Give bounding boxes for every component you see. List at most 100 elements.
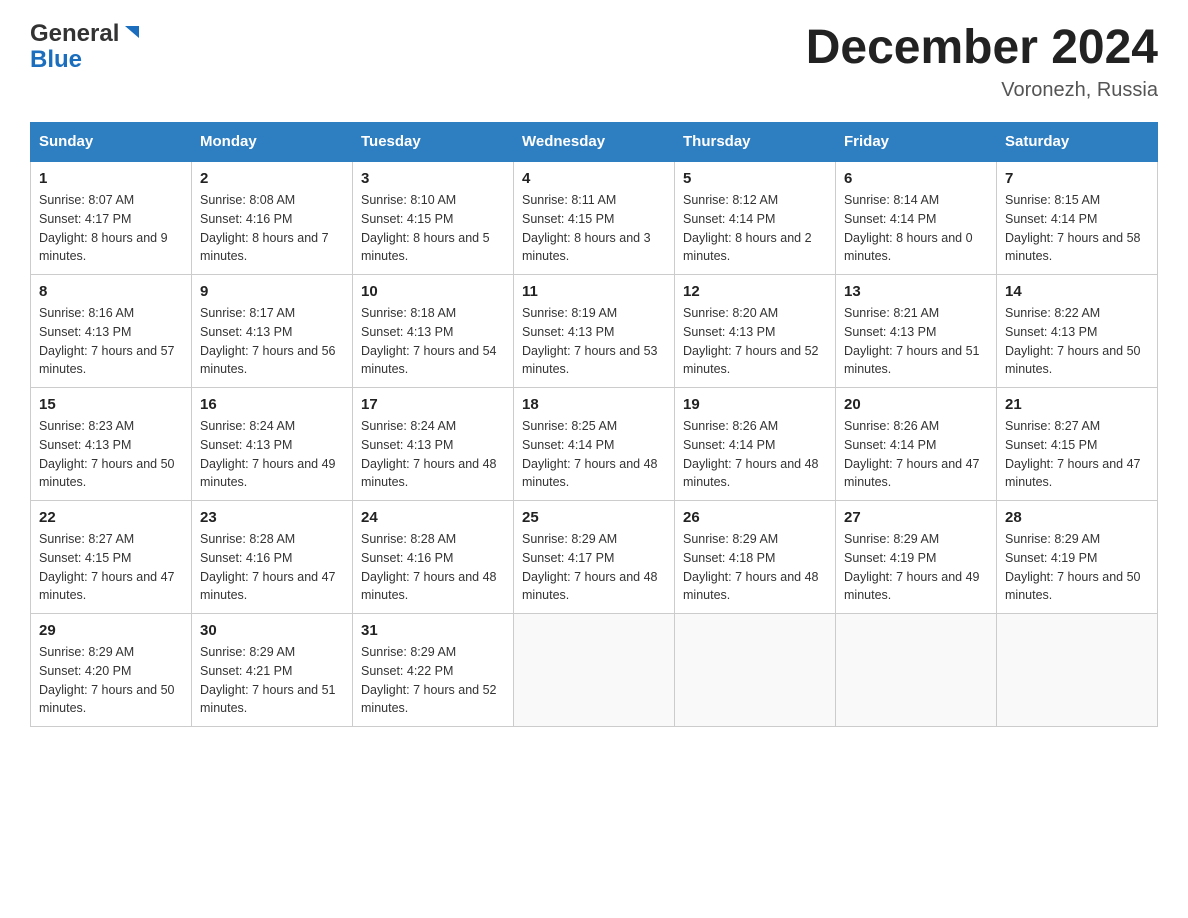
table-row: 20 Sunrise: 8:26 AMSunset: 4:14 PMDaylig… (836, 388, 997, 501)
logo-blue-text: Blue (30, 46, 82, 74)
table-row: 7 Sunrise: 8:15 AMSunset: 4:14 PMDayligh… (997, 161, 1158, 275)
table-row: 6 Sunrise: 8:14 AMSunset: 4:14 PMDayligh… (836, 161, 997, 275)
table-row: 21 Sunrise: 8:27 AMSunset: 4:15 PMDaylig… (997, 388, 1158, 501)
day-number: 7 (1005, 170, 1149, 187)
day-number: 28 (1005, 509, 1149, 526)
header-saturday: Saturday (997, 123, 1158, 162)
day-number: 30 (200, 622, 344, 639)
day-number: 5 (683, 170, 827, 187)
day-info: Sunrise: 8:27 AMSunset: 4:15 PMDaylight:… (39, 532, 175, 602)
table-row: 30 Sunrise: 8:29 AMSunset: 4:21 PMDaylig… (192, 614, 353, 727)
day-info: Sunrise: 8:29 AMSunset: 4:20 PMDaylight:… (39, 645, 175, 715)
table-row: 3 Sunrise: 8:10 AMSunset: 4:15 PMDayligh… (353, 161, 514, 275)
logo: General Blue (30, 20, 143, 74)
table-row: 19 Sunrise: 8:26 AMSunset: 4:14 PMDaylig… (675, 388, 836, 501)
day-info: Sunrise: 8:17 AMSunset: 4:13 PMDaylight:… (200, 306, 336, 376)
header-tuesday: Tuesday (353, 123, 514, 162)
header-friday: Friday (836, 123, 997, 162)
table-row: 14 Sunrise: 8:22 AMSunset: 4:13 PMDaylig… (997, 275, 1158, 388)
day-info: Sunrise: 8:26 AMSunset: 4:14 PMDaylight:… (683, 419, 819, 489)
day-number: 14 (1005, 283, 1149, 300)
table-row: 13 Sunrise: 8:21 AMSunset: 4:13 PMDaylig… (836, 275, 997, 388)
subtitle: Voronezh, Russia (806, 79, 1158, 102)
day-number: 22 (39, 509, 183, 526)
title-block: December 2024 Voronezh, Russia (806, 20, 1158, 102)
calendar-week-row: 8 Sunrise: 8:16 AMSunset: 4:13 PMDayligh… (31, 275, 1158, 388)
table-row: 31 Sunrise: 8:29 AMSunset: 4:22 PMDaylig… (353, 614, 514, 727)
day-info: Sunrise: 8:23 AMSunset: 4:13 PMDaylight:… (39, 419, 175, 489)
day-number: 26 (683, 509, 827, 526)
day-number: 27 (844, 509, 988, 526)
day-info: Sunrise: 8:29 AMSunset: 4:21 PMDaylight:… (200, 645, 336, 715)
day-number: 8 (39, 283, 183, 300)
table-row: 12 Sunrise: 8:20 AMSunset: 4:13 PMDaylig… (675, 275, 836, 388)
day-info: Sunrise: 8:08 AMSunset: 4:16 PMDaylight:… (200, 193, 329, 263)
day-info: Sunrise: 8:16 AMSunset: 4:13 PMDaylight:… (39, 306, 175, 376)
day-number: 17 (361, 396, 505, 413)
day-info: Sunrise: 8:07 AMSunset: 4:17 PMDaylight:… (39, 193, 168, 263)
day-number: 12 (683, 283, 827, 300)
table-row: 2 Sunrise: 8:08 AMSunset: 4:16 PMDayligh… (192, 161, 353, 275)
day-info: Sunrise: 8:15 AMSunset: 4:14 PMDaylight:… (1005, 193, 1141, 263)
day-number: 6 (844, 170, 988, 187)
table-row (675, 614, 836, 727)
day-number: 24 (361, 509, 505, 526)
day-number: 11 (522, 283, 666, 300)
table-row: 17 Sunrise: 8:24 AMSunset: 4:13 PMDaylig… (353, 388, 514, 501)
table-row: 23 Sunrise: 8:28 AMSunset: 4:16 PMDaylig… (192, 501, 353, 614)
day-info: Sunrise: 8:14 AMSunset: 4:14 PMDaylight:… (844, 193, 973, 263)
main-title: December 2024 (806, 20, 1158, 75)
page-header: General Blue December 2024 Voronezh, Rus… (30, 20, 1158, 102)
day-number: 18 (522, 396, 666, 413)
day-number: 9 (200, 283, 344, 300)
day-number: 13 (844, 283, 988, 300)
logo-arrow-icon (121, 22, 143, 44)
calendar-week-row: 1 Sunrise: 8:07 AMSunset: 4:17 PMDayligh… (31, 161, 1158, 275)
header-monday: Monday (192, 123, 353, 162)
day-info: Sunrise: 8:20 AMSunset: 4:13 PMDaylight:… (683, 306, 819, 376)
day-number: 23 (200, 509, 344, 526)
table-row (514, 614, 675, 727)
logo-general-text: General (30, 20, 119, 48)
calendar-week-row: 22 Sunrise: 8:27 AMSunset: 4:15 PMDaylig… (31, 501, 1158, 614)
day-info: Sunrise: 8:24 AMSunset: 4:13 PMDaylight:… (200, 419, 336, 489)
day-info: Sunrise: 8:27 AMSunset: 4:15 PMDaylight:… (1005, 419, 1141, 489)
day-info: Sunrise: 8:29 AMSunset: 4:19 PMDaylight:… (1005, 532, 1141, 602)
table-row (997, 614, 1158, 727)
day-number: 1 (39, 170, 183, 187)
day-info: Sunrise: 8:12 AMSunset: 4:14 PMDaylight:… (683, 193, 812, 263)
header-wednesday: Wednesday (514, 123, 675, 162)
day-number: 3 (361, 170, 505, 187)
day-number: 20 (844, 396, 988, 413)
table-row: 8 Sunrise: 8:16 AMSunset: 4:13 PMDayligh… (31, 275, 192, 388)
table-row: 22 Sunrise: 8:27 AMSunset: 4:15 PMDaylig… (31, 501, 192, 614)
day-info: Sunrise: 8:28 AMSunset: 4:16 PMDaylight:… (200, 532, 336, 602)
day-info: Sunrise: 8:11 AMSunset: 4:15 PMDaylight:… (522, 193, 651, 263)
table-row (836, 614, 997, 727)
table-row: 1 Sunrise: 8:07 AMSunset: 4:17 PMDayligh… (31, 161, 192, 275)
calendar-table: Sunday Monday Tuesday Wednesday Thursday… (30, 122, 1158, 727)
logo-line1: General (30, 20, 143, 48)
table-row: 4 Sunrise: 8:11 AMSunset: 4:15 PMDayligh… (514, 161, 675, 275)
day-number: 15 (39, 396, 183, 413)
day-info: Sunrise: 8:10 AMSunset: 4:15 PMDaylight:… (361, 193, 490, 263)
day-number: 21 (1005, 396, 1149, 413)
day-info: Sunrise: 8:24 AMSunset: 4:13 PMDaylight:… (361, 419, 497, 489)
day-number: 2 (200, 170, 344, 187)
day-number: 31 (361, 622, 505, 639)
day-info: Sunrise: 8:18 AMSunset: 4:13 PMDaylight:… (361, 306, 497, 376)
day-number: 25 (522, 509, 666, 526)
calendar-week-row: 15 Sunrise: 8:23 AMSunset: 4:13 PMDaylig… (31, 388, 1158, 501)
calendar-header-row: Sunday Monday Tuesday Wednesday Thursday… (31, 123, 1158, 162)
day-info: Sunrise: 8:25 AMSunset: 4:14 PMDaylight:… (522, 419, 658, 489)
table-row: 27 Sunrise: 8:29 AMSunset: 4:19 PMDaylig… (836, 501, 997, 614)
day-number: 29 (39, 622, 183, 639)
day-info: Sunrise: 8:29 AMSunset: 4:17 PMDaylight:… (522, 532, 658, 602)
table-row: 25 Sunrise: 8:29 AMSunset: 4:17 PMDaylig… (514, 501, 675, 614)
header-sunday: Sunday (31, 123, 192, 162)
header-thursday: Thursday (675, 123, 836, 162)
table-row: 24 Sunrise: 8:28 AMSunset: 4:16 PMDaylig… (353, 501, 514, 614)
day-number: 19 (683, 396, 827, 413)
day-number: 10 (361, 283, 505, 300)
day-info: Sunrise: 8:29 AMSunset: 4:19 PMDaylight:… (844, 532, 980, 602)
